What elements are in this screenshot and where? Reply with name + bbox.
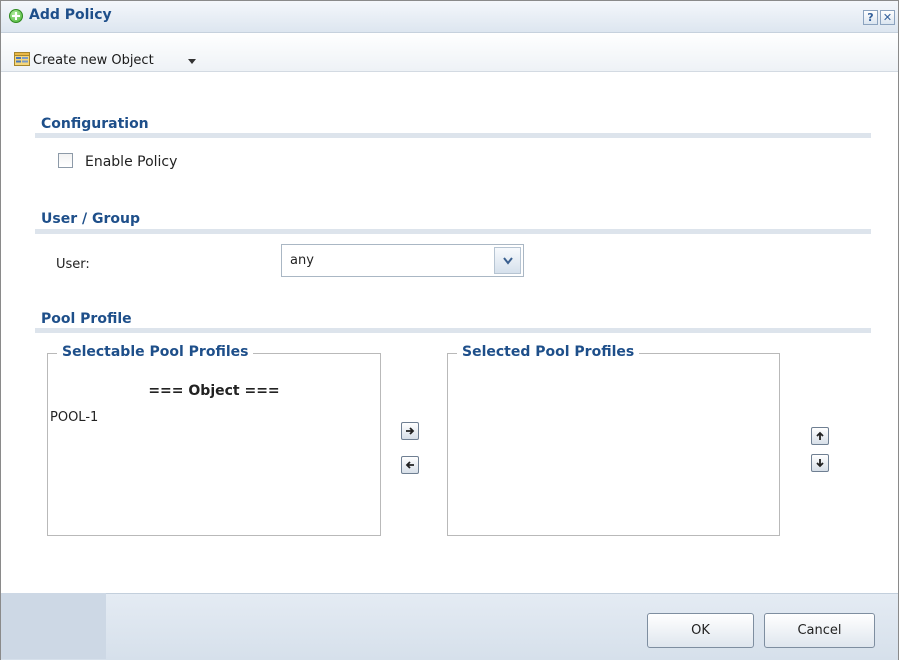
move-up-button[interactable] bbox=[811, 427, 829, 445]
section-divider bbox=[35, 133, 871, 138]
dialog-title: Add Policy bbox=[29, 7, 112, 23]
section-divider bbox=[35, 328, 871, 333]
object-icon[interactable] bbox=[14, 52, 30, 66]
section-divider bbox=[35, 229, 871, 234]
user-select[interactable]: any bbox=[281, 244, 524, 277]
list-group-header: === Object === bbox=[148, 383, 280, 399]
cancel-button[interactable]: Cancel bbox=[764, 613, 875, 648]
selectable-pool-profiles-group: Selectable Pool Profiles === Object === … bbox=[47, 344, 381, 536]
arrow-up-icon bbox=[816, 431, 824, 440]
selectable-pool-profiles-legend: Selectable Pool Profiles bbox=[57, 344, 254, 360]
footer-panel bbox=[1, 593, 106, 659]
ok-button[interactable]: OK bbox=[647, 613, 754, 648]
dialog-titlebar: Add Policy ? ✕ bbox=[1, 1, 898, 33]
user-label: User: bbox=[56, 257, 90, 272]
selected-pool-profiles-group: Selected Pool Profiles bbox=[447, 344, 780, 536]
chevron-down-icon bbox=[503, 257, 513, 265]
user-select-value: any bbox=[290, 253, 314, 268]
pool-profile-heading: Pool Profile bbox=[41, 311, 132, 327]
enable-policy-checkbox[interactable] bbox=[58, 153, 73, 168]
configuration-heading: Configuration bbox=[41, 116, 149, 132]
move-right-button[interactable] bbox=[401, 422, 419, 440]
close-button[interactable]: ✕ bbox=[880, 10, 895, 25]
help-button[interactable]: ? bbox=[863, 10, 878, 25]
arrow-left-icon bbox=[405, 461, 414, 469]
arrow-right-icon bbox=[406, 427, 415, 435]
chevron-down-icon[interactable] bbox=[188, 59, 196, 64]
move-left-button[interactable] bbox=[401, 456, 419, 474]
selected-pool-profiles-legend: Selected Pool Profiles bbox=[457, 344, 640, 360]
add-policy-dialog: Add Policy ? ✕ Create new Object Configu… bbox=[0, 0, 899, 660]
add-circle-icon bbox=[9, 9, 23, 23]
move-down-button[interactable] bbox=[811, 454, 829, 472]
user-select-dropdown-button[interactable] bbox=[494, 247, 521, 274]
enable-policy-label: Enable Policy bbox=[85, 154, 178, 170]
user-group-heading: User / Group bbox=[41, 211, 140, 227]
arrow-down-icon bbox=[816, 459, 824, 468]
list-item[interactable]: POOL-1 bbox=[50, 410, 98, 425]
create-new-object-menu[interactable]: Create new Object bbox=[33, 53, 154, 68]
